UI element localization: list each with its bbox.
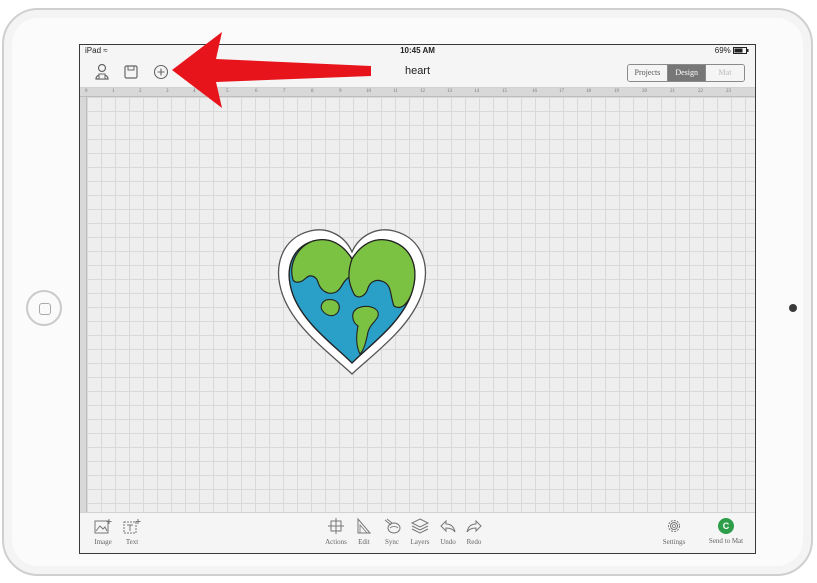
home-button-icon <box>39 303 51 315</box>
left-ruler <box>80 97 87 515</box>
battery-status: 69% <box>715 46 749 55</box>
ruler-tick: 15 <box>502 89 507 94</box>
earth-heart-image[interactable] <box>276 226 428 376</box>
text-button[interactable]: Text <box>112 517 152 546</box>
actions-icon <box>328 518 344 534</box>
red-arrow-annotation <box>172 32 371 108</box>
bottom-toolbar: Image Text Actions Edit Sync Layers Undo… <box>80 512 755 553</box>
tab-mat: Mat <box>705 65 744 81</box>
layers-icon <box>410 518 430 534</box>
ruler-tick: 0 <box>85 89 88 94</box>
battery-icon <box>733 47 749 55</box>
ruler-tick: 17 <box>559 89 564 94</box>
tab-design[interactable]: Design <box>667 65 705 81</box>
ruler-tick: 2 <box>139 89 142 94</box>
ruler-tick: 14 <box>474 89 479 94</box>
send-to-mat-icon: C <box>718 518 734 534</box>
edit-icon <box>357 517 372 534</box>
gear-icon <box>668 520 680 532</box>
redo-button[interactable]: Redo <box>454 517 494 546</box>
settings-button[interactable]: Settings <box>654 517 694 546</box>
text-icon <box>123 519 141 534</box>
ruler-tick: 12 <box>420 89 425 94</box>
ruler-tick: 13 <box>447 89 452 94</box>
ruler-tick: 16 <box>532 89 537 94</box>
send-to-mat-label: Send to Mat <box>708 537 744 545</box>
ruler-tick: 23 <box>726 89 731 94</box>
ruler-tick: 21 <box>670 89 675 94</box>
ruler-tick: 19 <box>614 89 619 94</box>
ruler-tick: 1 <box>112 89 115 94</box>
image-icon <box>94 519 112 534</box>
ruler-tick: 11 <box>393 89 398 94</box>
settings-label: Settings <box>662 538 686 546</box>
ruler-tick: 22 <box>698 89 703 94</box>
text-label: Text <box>125 538 139 546</box>
redo-label: Redo <box>466 538 482 546</box>
redo-icon <box>466 519 482 533</box>
tab-projects[interactable]: Projects <box>627 65 668 81</box>
front-camera <box>789 304 797 312</box>
design-canvas[interactable] <box>87 97 755 515</box>
ruler-tick: 20 <box>642 89 647 94</box>
send-to-mat-button[interactable]: C Send to Mat <box>703 517 749 545</box>
sync-icon <box>384 518 401 534</box>
home-button[interactable] <box>26 290 62 326</box>
battery-percent: 69% <box>714 46 731 55</box>
app-screen: iPad ≈ 10:45 AM 69% heart Projects Desig… <box>79 44 756 554</box>
view-segmented-control: Projects Design Mat <box>626 64 745 82</box>
ruler-tick: 18 <box>586 89 591 94</box>
